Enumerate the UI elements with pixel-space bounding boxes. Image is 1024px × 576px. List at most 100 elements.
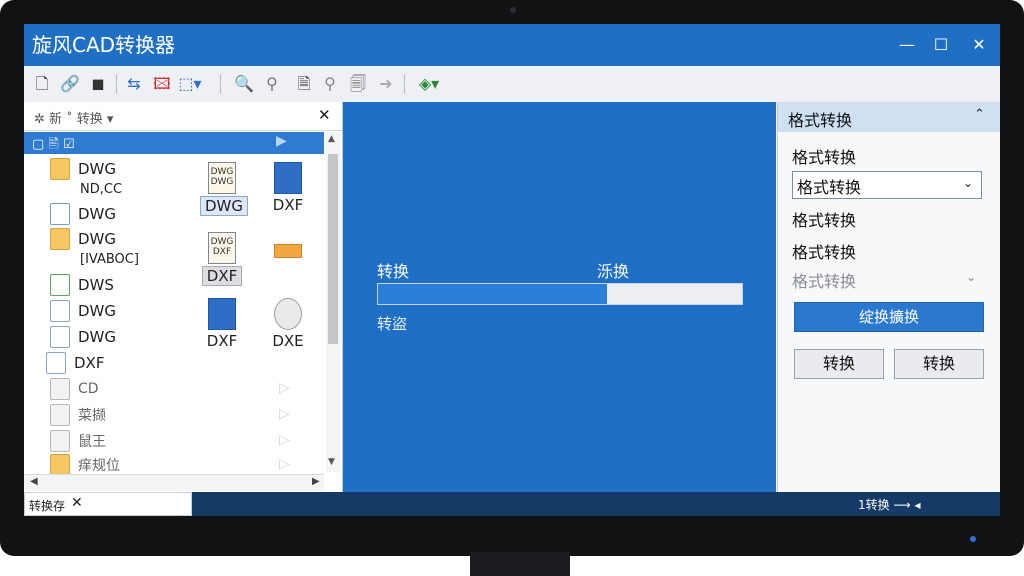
list-item[interactable]: DWG [50, 228, 116, 250]
image-icon [50, 203, 70, 225]
progress-status: 转盜 [377, 315, 408, 333]
status-tab[interactable]: 转换存 ✕ [24, 492, 192, 516]
doc-icon [46, 352, 66, 374]
file-tile[interactable] [266, 232, 310, 266]
monitor-bezel: 旋风CAD转换器 — ☐ ✕ 🗋 🔗 ◼ ⇆ 🖾 ⬚▾ 🔍 ⚲ 🗎 ⚲ 🗐 ➜ … [0, 0, 1024, 556]
status-progress-text: 1转换 ⟶ ◂ [858, 498, 921, 512]
chevron-down-icon: ⌄ [966, 270, 977, 284]
play-icon[interactable]: ▷ [279, 432, 290, 448]
vertical-scrollbar[interactable]: ▲ ▼ [326, 132, 340, 472]
disabled-select[interactable]: 格式转换 ⌄ [792, 268, 982, 292]
toolbar-separator [404, 74, 405, 94]
status-tab-label: 转换存 [29, 499, 66, 513]
selected-file-row[interactable]: ▢ 🖹 ☑ ▶ [24, 132, 324, 154]
dxf-file-icon [274, 162, 302, 194]
play-icon[interactable]: ▷ [279, 456, 290, 472]
scroll-right-icon[interactable]: ▶ [312, 476, 320, 487]
file-tile[interactable]: DXE [266, 298, 310, 350]
chevron-down-icon: ⌄ [963, 176, 974, 190]
file-tile-label: DWG [200, 196, 249, 216]
file-tile[interactable]: DWG DWG DWG [200, 162, 249, 216]
doc-icon [50, 326, 70, 348]
horizontal-scrollbar[interactable]: ◀ ▶ [24, 474, 324, 491]
file-tile-label: DXF [272, 196, 304, 214]
play-icon[interactable]: ▶ [276, 133, 287, 149]
close-tab-icon[interactable]: ✕ [71, 495, 83, 511]
format-select-value: 格式转换 [797, 178, 862, 197]
file-browser-title[interactable]: ✲ 新 ˚ 转换 ▾ [34, 108, 113, 127]
convert-batch-icon[interactable]: ⇆ [122, 72, 146, 96]
conversion-view: 转换 泺换 转盜 [343, 102, 776, 492]
convert-button-secondary[interactable]: 转换 [894, 349, 984, 379]
list-item-sub: ND,CC [80, 182, 123, 197]
app-title: 旋风CAD转换器 [32, 33, 176, 57]
list-item[interactable]: 菜撷 [50, 404, 106, 426]
scroll-thumb[interactable] [328, 154, 338, 344]
settings-dropdown-icon[interactable]: ◈▾ [412, 72, 446, 96]
webcam-dot [510, 7, 516, 13]
scroll-up-icon[interactable]: ▲ [328, 134, 335, 144]
option-label: 格式转换 [792, 243, 857, 262]
file-browser-header: ✲ 新 ˚ 转换 ▾ ✕ [24, 102, 342, 131]
image-export-icon[interactable]: 🖾 [150, 72, 174, 96]
list-item[interactable]: DWG [50, 326, 116, 348]
convert-primary-button[interactable]: 绽换擴换 [794, 302, 984, 332]
search-icon[interactable]: ⚲ [318, 72, 342, 96]
maximize-button[interactable]: ☐ [926, 32, 956, 58]
play-icon[interactable]: ▷ [279, 406, 290, 422]
monitor-stand [470, 552, 570, 576]
close-panel-icon[interactable]: ✕ [318, 106, 331, 124]
gray-doc-icon [50, 378, 70, 400]
list-item[interactable]: DXF [46, 352, 104, 374]
list-item[interactable]: DWS [50, 274, 114, 296]
page-icon[interactable]: 🗎 [292, 72, 316, 96]
eraser-icon [274, 244, 302, 258]
title-bar: 旋风CAD转换器 — ☐ ✕ [24, 24, 1000, 66]
list-item[interactable]: DWG [50, 158, 116, 180]
option-label: 格式转换 [792, 211, 857, 230]
key-icon [50, 430, 70, 452]
disabled-select-value: 格式转换 [792, 272, 857, 291]
stop-icon[interactable]: ◼ [86, 72, 110, 96]
file-browser-panel: ✲ 新 ˚ 转换 ▾ ✕ ▢ 🖹 ☑ ▶ DWG ND,CC DWG DWG [… [24, 102, 343, 492]
toolbar-separator [220, 74, 221, 94]
scroll-down-icon[interactable]: ▼ [328, 457, 335, 467]
list-item[interactable]: CD [50, 378, 99, 400]
dxf-file-icon [208, 298, 236, 330]
list-item[interactable]: 鼠王 [50, 430, 106, 452]
green-doc-icon [50, 274, 70, 296]
new-file-icon[interactable]: 🗋 [30, 72, 54, 96]
file-tile[interactable]: DWG DXF DXF [200, 232, 244, 286]
list-item-sub: [IVABOC] [80, 252, 139, 267]
progress-label-left: 转换 [377, 262, 410, 281]
zoom-region-icon[interactable]: ⚲ [260, 72, 284, 96]
file-tile[interactable]: DXF [266, 162, 310, 214]
list-item[interactable]: 痒规位 [50, 454, 120, 476]
app-window: 旋风CAD转换器 — ☐ ✕ 🗋 🔗 ◼ ⇆ 🖾 ⬚▾ 🔍 ⚲ 🗎 ⚲ 🗐 ➜ … [24, 24, 1000, 516]
status-bar: 转换存 ✕ 1转换 ⟶ ◂ [24, 492, 1000, 516]
format-select[interactable]: 格式转换 ⌄ [792, 171, 982, 199]
selected-row-label: ▢ 🖹 ☑ [32, 137, 75, 152]
dwg-file-icon: DWG DWG [208, 162, 236, 194]
convert-button[interactable]: 转换 [794, 349, 884, 379]
toolbar-separator [116, 74, 117, 94]
file-tile-label: DXE [272, 332, 304, 350]
document-icon[interactable]: 🗐 [346, 72, 370, 96]
format-panel-header[interactable]: 格式转换 ⌃ [778, 102, 1000, 132]
file-tile[interactable]: DXF [200, 298, 244, 350]
minimize-button[interactable]: — [892, 32, 922, 58]
export-dropdown-icon[interactable]: ⬚▾ [178, 72, 202, 96]
close-button[interactable]: ✕ [964, 32, 994, 58]
format-panel-title: 格式转换 [788, 111, 853, 130]
play-icon[interactable]: ▷ [279, 380, 290, 396]
file-tile-label: DXF [206, 332, 238, 350]
list-item[interactable]: DWG [50, 203, 116, 225]
file-tile-label: DXF [201, 266, 243, 286]
format-panel: 格式转换 ⌃ 格式转换 格式转换 ⌄ 格式转换 格式转换 格式转换 ⌄ 绽换擴换… [777, 102, 1000, 492]
link-icon[interactable]: 🔗 [58, 72, 82, 96]
chevron-up-icon[interactable]: ⌃ [974, 107, 985, 122]
scroll-left-icon[interactable]: ◀ [30, 476, 38, 487]
list-item[interactable]: DWG [50, 300, 116, 322]
forward-icon[interactable]: ➜ [374, 72, 398, 96]
zoom-in-icon[interactable]: 🔍 [232, 72, 256, 96]
